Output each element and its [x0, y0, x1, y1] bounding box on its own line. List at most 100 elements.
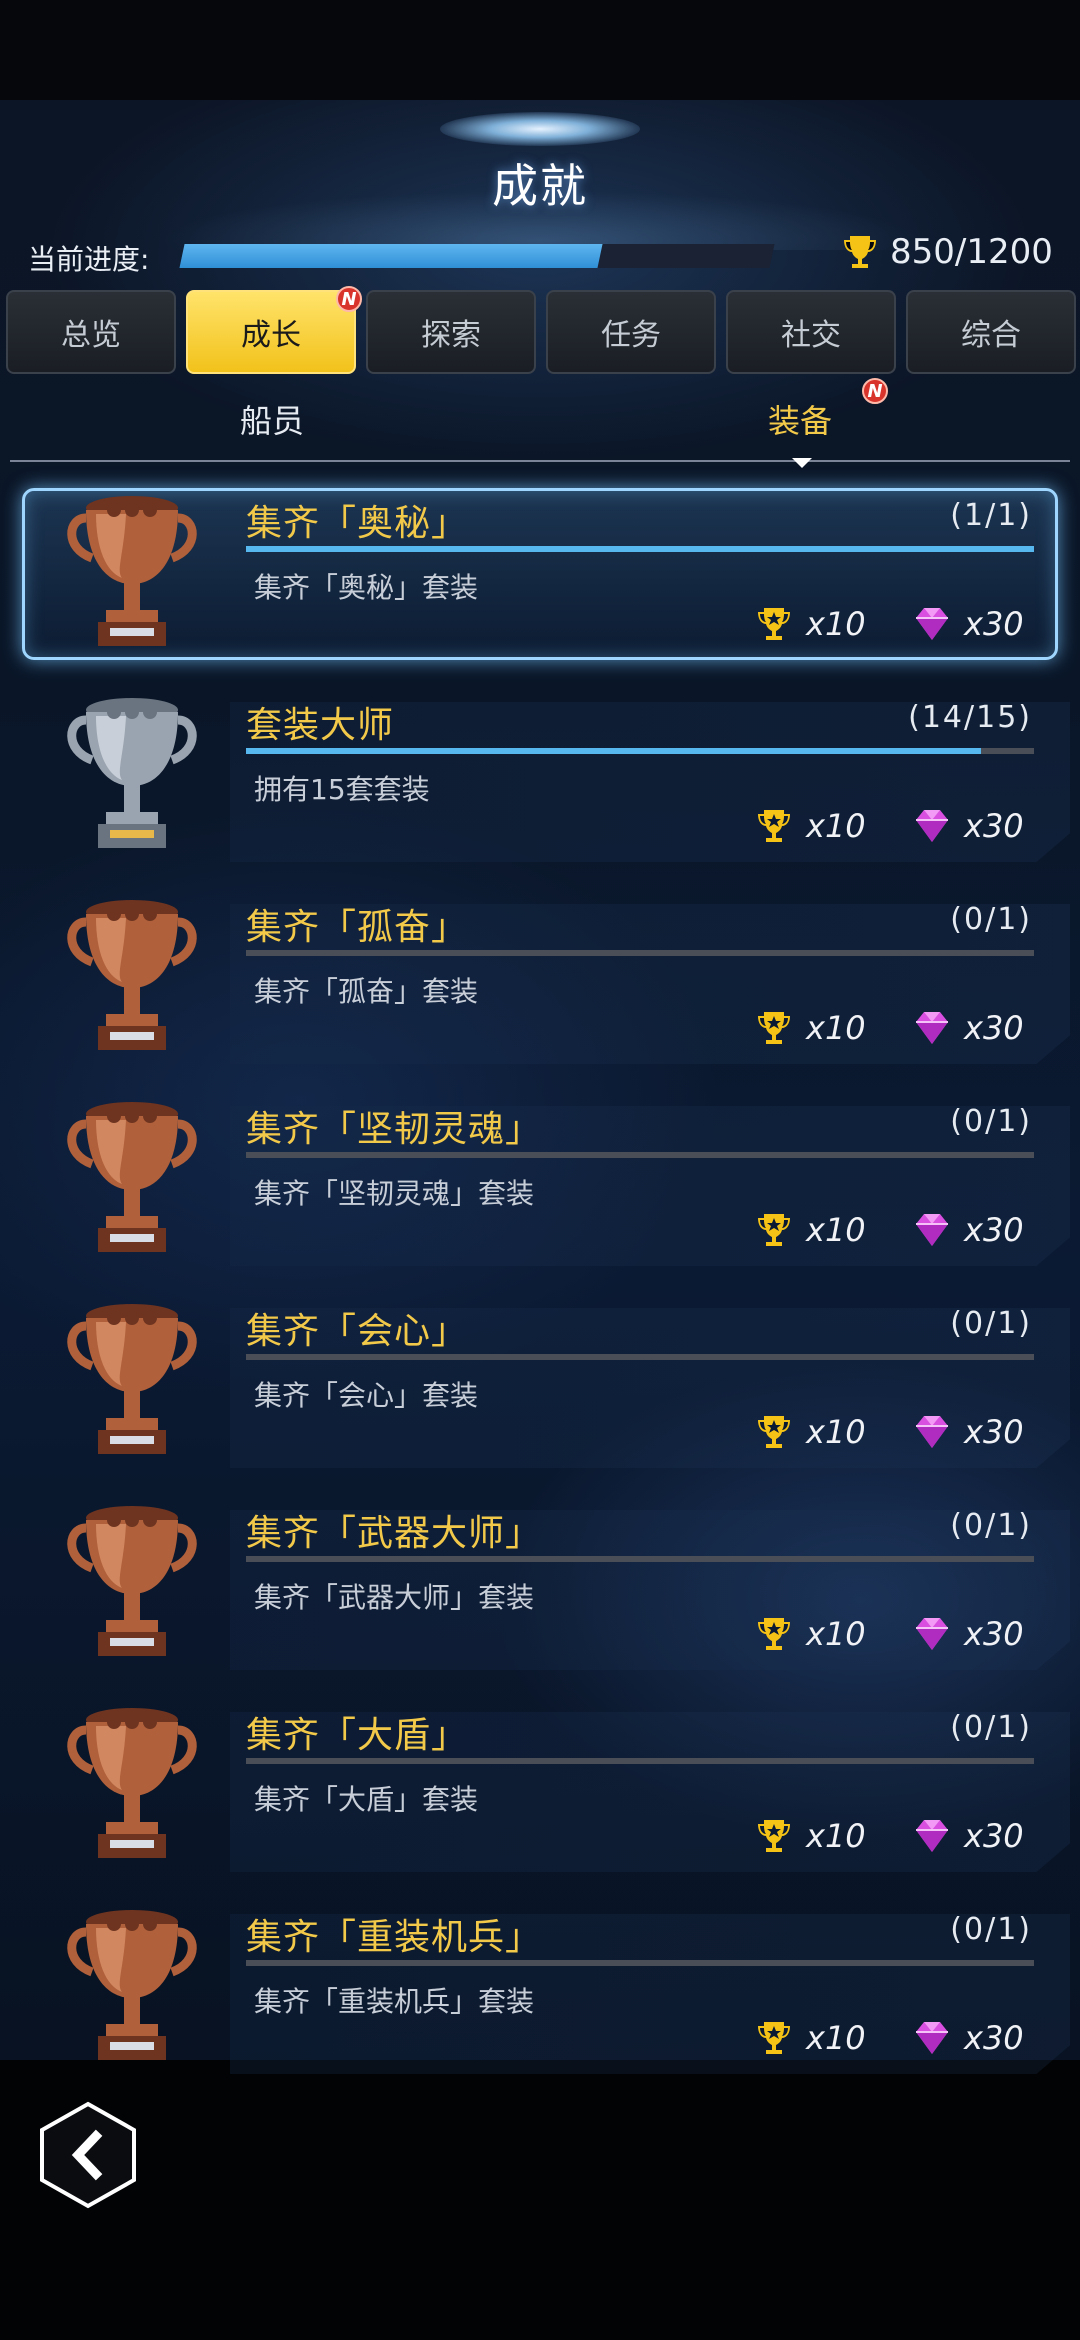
trophy-icon: [67, 1102, 197, 1252]
active-subtab-caret: [792, 458, 812, 468]
achievement-count: (0/1): [950, 1912, 1032, 1947]
gem-reward: x30: [912, 806, 1024, 846]
trophy-reward: x10: [754, 1614, 866, 1654]
trophy-icon: [758, 1012, 790, 1044]
subtab-0[interactable]: 船员: [240, 396, 304, 442]
achievement-progress-fill: [246, 748, 982, 754]
progress-label: 当前进度:: [28, 243, 150, 276]
achievement-progress-bar: [246, 1758, 1034, 1764]
trophy-reward-amount: x10: [806, 807, 866, 845]
category-tabs: 总览 成长 N 探索 任务 社交 综合: [6, 286, 1076, 376]
achievement-title: 集齐「重装机兵」: [246, 1917, 543, 1958]
page-title: 成就: [492, 159, 588, 213]
trophy-reward-amount: x10: [806, 605, 866, 643]
tab-4[interactable]: 社交: [726, 290, 896, 374]
gem-reward-amount: x30: [964, 1817, 1024, 1855]
achievement-description: 拥有15套套装: [254, 773, 430, 806]
trophy-icon: [844, 236, 876, 268]
achievement-progress-bar: [246, 1354, 1034, 1360]
achievement-title: 集齐「会心」: [246, 1311, 469, 1352]
achievement-progress-bar: [246, 1152, 1034, 1158]
achievement-row[interactable]: 套装大师 (14/15) 拥有15套套装 x10 x30: [0, 688, 1080, 878]
gem-icon: [916, 1214, 948, 1246]
tab-1[interactable]: 成长: [186, 290, 356, 374]
gem-icon: [916, 1416, 948, 1448]
gem-reward-amount: x30: [964, 1413, 1024, 1451]
gem-icon: [916, 2022, 948, 2054]
trophy-icon: [67, 496, 197, 646]
achievement-description: 集齐「奥秘」套装: [254, 571, 479, 604]
achievement-row[interactable]: 集齐「奥秘」 (1/1) 集齐「奥秘」套装 x10 x30: [0, 486, 1080, 676]
gem-reward: x30: [912, 1816, 1024, 1856]
achievement-title: 集齐「孤奋」: [246, 907, 469, 948]
tab-label: 社交: [781, 318, 841, 353]
achievement-progress-bar: [246, 546, 1034, 552]
progress-bar: [179, 244, 775, 268]
gem-reward-amount: x30: [964, 807, 1024, 845]
achievement-count: (0/1): [950, 1306, 1032, 1341]
achievement-count: (0/1): [950, 1508, 1032, 1543]
tab-2[interactable]: 探索: [366, 290, 536, 374]
trophy-icon: [758, 2022, 790, 2054]
trophy-icon: [67, 1304, 197, 1454]
trophy-reward-amount: x10: [806, 1211, 866, 1249]
score-text: 850/1200: [890, 232, 1053, 272]
gem-reward: x30: [912, 1210, 1024, 1250]
trophy-icon: [758, 1820, 790, 1852]
achievement-description: 集齐「会心」套装: [254, 1379, 479, 1412]
achievement-description: 集齐「大盾」套装: [254, 1783, 479, 1816]
gem-reward-amount: x30: [964, 1615, 1024, 1653]
trophy-reward: x10: [754, 1816, 866, 1856]
trophy-reward: x10: [754, 1210, 866, 1250]
trophy-reward-amount: x10: [806, 2019, 866, 2057]
achievement-count: (1/1): [950, 498, 1032, 533]
back-button[interactable]: [36, 2100, 140, 2210]
achievement-row[interactable]: 集齐「孤奋」 (0/1) 集齐「孤奋」套装 x10 x30: [0, 890, 1080, 1080]
trophy-reward-amount: x10: [806, 1413, 866, 1451]
trophy-reward: x10: [754, 1412, 866, 1452]
achievement-row[interactable]: 集齐「会心」 (0/1) 集齐「会心」套装 x10 x30: [0, 1294, 1080, 1484]
tab-3[interactable]: 任务: [546, 290, 716, 374]
achievement-title: 套装大师: [246, 705, 395, 746]
gem-icon: [916, 1012, 948, 1044]
achievement-count: (0/1): [950, 902, 1032, 937]
achievement-title: 集齐「坚韧灵魂」: [246, 1109, 543, 1150]
tab-5[interactable]: 综合: [906, 290, 1076, 374]
achievement-row[interactable]: 集齐「武器大师」 (0/1) 集齐「武器大师」套装 x10 x30: [0, 1496, 1080, 1686]
achievement-description: 集齐「武器大师」套装: [254, 1581, 535, 1614]
trophy-icon: [67, 1708, 197, 1858]
tab-0[interactable]: 总览: [6, 290, 176, 374]
achievement-row[interactable]: 集齐「坚韧灵魂」 (0/1) 集齐「坚韧灵魂」套装 x10 x30: [0, 1092, 1080, 1282]
trophy-reward: x10: [754, 2018, 866, 2058]
gem-icon: [916, 1820, 948, 1852]
trophy-reward: x10: [754, 806, 866, 846]
trophy-icon: [758, 608, 790, 640]
header-disc: [440, 112, 640, 146]
achievement-count: (0/1): [950, 1104, 1032, 1139]
progress-bar-fill: [179, 244, 603, 268]
trophy-icon: [758, 1214, 790, 1246]
trophy-icon: [67, 900, 197, 1050]
subtab-1[interactable]: 装备: [768, 396, 832, 442]
gem-icon: [916, 810, 948, 842]
trophy-icon: [67, 1506, 197, 1656]
gem-reward-amount: x30: [964, 1009, 1024, 1047]
new-badge: N: [336, 286, 362, 312]
achievement-title: 集齐「奥秘」: [246, 503, 469, 544]
trophy-icon: [67, 698, 197, 848]
achievement-description: 集齐「坚韧灵魂」套装: [254, 1177, 535, 1210]
gem-reward: x30: [912, 1008, 1024, 1048]
trophy-reward: x10: [754, 1008, 866, 1048]
gem-reward: x30: [912, 1614, 1024, 1654]
tab-label: 总览: [61, 318, 121, 353]
trophy-icon: [758, 1416, 790, 1448]
gem-reward: x30: [912, 604, 1024, 644]
gem-reward-amount: x30: [964, 1211, 1024, 1249]
achievement-progress-bar: [246, 1960, 1034, 1966]
gem-reward-amount: x30: [964, 605, 1024, 643]
achievement-row[interactable]: 集齐「大盾」 (0/1) 集齐「大盾」套装 x10 x30: [0, 1698, 1080, 1888]
achievement-title: 集齐「武器大师」: [246, 1513, 543, 1554]
achievement-row[interactable]: 集齐「重装机兵」 (0/1) 集齐「重装机兵」套装 x10 x30: [0, 1900, 1080, 2090]
gem-icon: [916, 1618, 948, 1650]
gem-reward: x30: [912, 1412, 1024, 1452]
